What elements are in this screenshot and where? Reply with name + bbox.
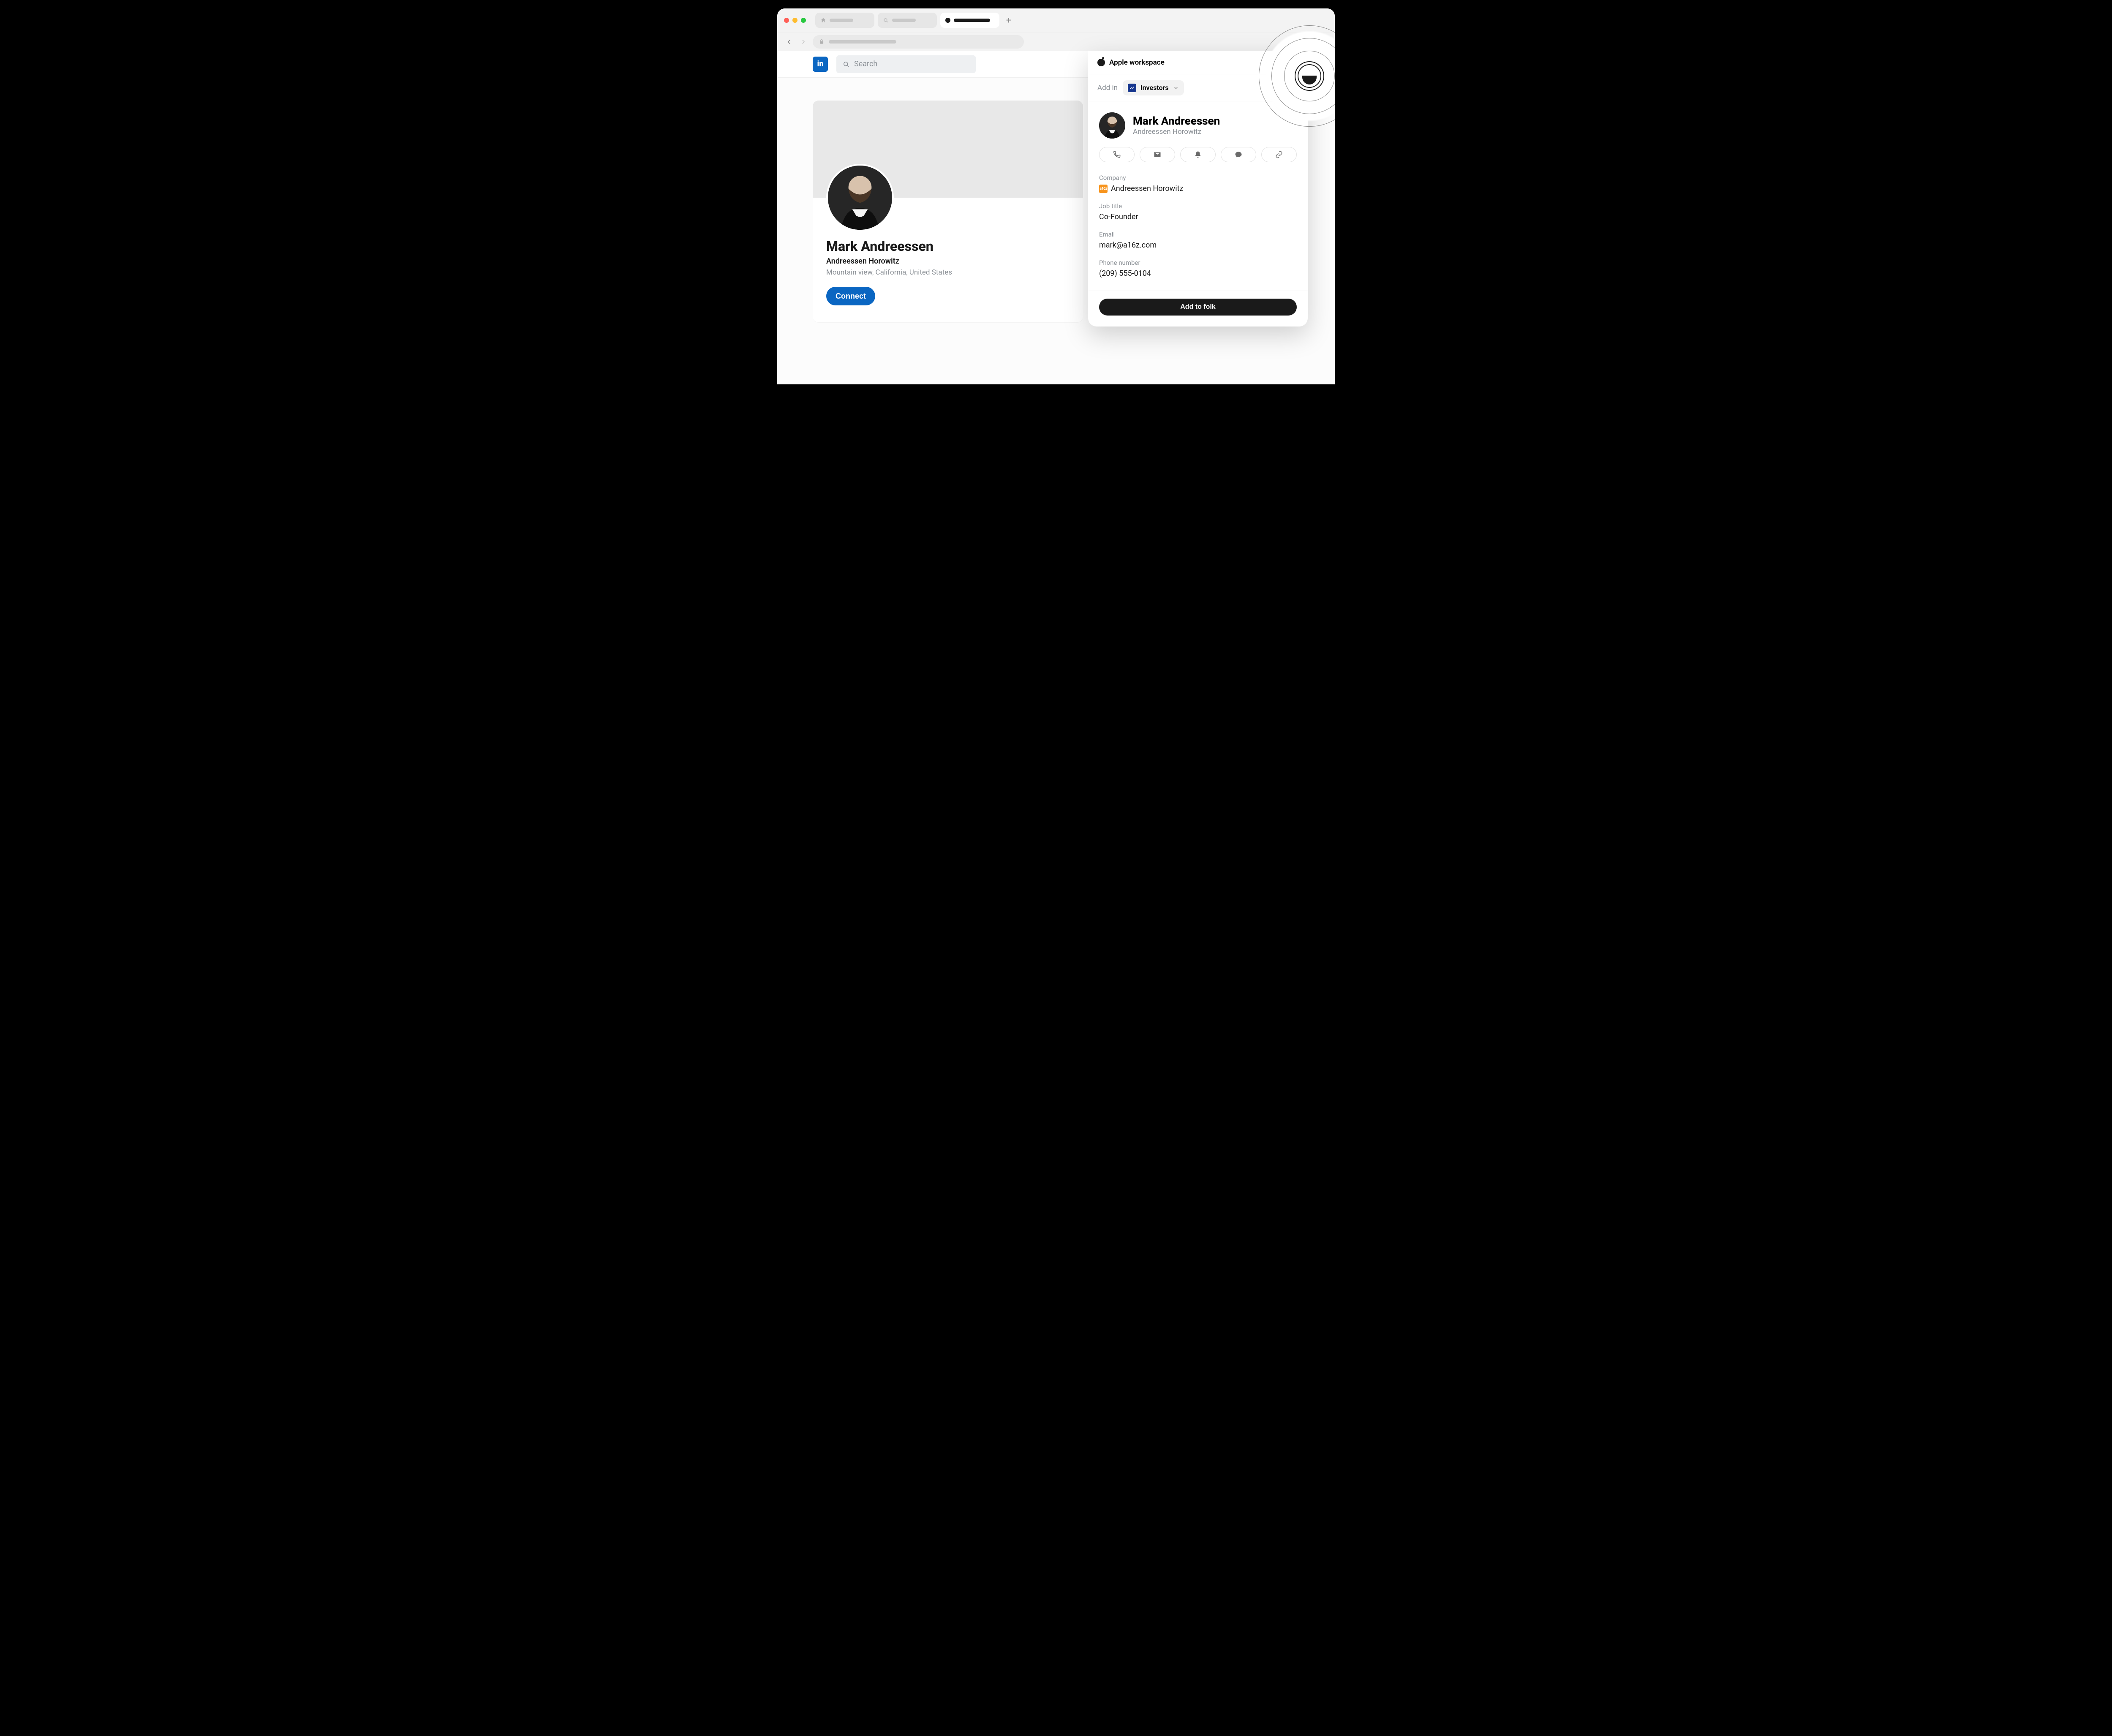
add-in-row: Add in Investors — [1088, 74, 1308, 101]
forward-button[interactable] — [798, 37, 808, 47]
browser-window: + in Search — [777, 8, 1335, 384]
field-company: Company a16z Andreessen Horowitz — [1099, 174, 1297, 193]
add-in-label: Add in — [1097, 84, 1118, 92]
link-icon — [1275, 151, 1283, 158]
apple-icon — [1097, 59, 1105, 66]
search-placeholder: Search — [854, 60, 877, 68]
workspace-header[interactable]: Apple workspace — [1088, 51, 1308, 74]
field-phone: Phone number (209) 555-0104 — [1099, 259, 1297, 278]
profile-name: Mark Andreessen — [826, 238, 1070, 254]
search-input[interactable]: Search — [836, 55, 976, 73]
window-controls — [784, 18, 806, 23]
field-label: Email — [1099, 231, 1297, 238]
tab-title-placeholder — [954, 19, 990, 22]
minimize-window-button[interactable] — [792, 18, 797, 23]
group-selector[interactable]: Investors — [1123, 80, 1184, 95]
maximize-window-button[interactable] — [801, 18, 806, 23]
contact-header: Mark Andreessen Andreessen Horowitz — [1099, 112, 1297, 139]
profile-card: Mark Andreessen Andreessen Horowitz Moun… — [813, 101, 1083, 322]
tab-title-placeholder — [830, 19, 853, 22]
field-value: Andreessen Horowitz — [1111, 184, 1183, 193]
action-email[interactable] — [1140, 147, 1175, 162]
chat-icon — [1235, 151, 1242, 158]
page-content: in Search Mark Andreessen And — [777, 51, 1335, 384]
tab-inactive-1[interactable] — [815, 13, 874, 28]
arrow-left-icon — [785, 38, 793, 46]
field-value: (209) 555-0104 — [1099, 269, 1151, 278]
avatar-image — [1099, 112, 1125, 139]
tab-strip: + — [777, 8, 1335, 32]
profile-org: Andreessen Horowitz — [826, 257, 1070, 266]
profile-location: Mountain view, California, United States — [826, 268, 1070, 277]
field-value: mark@a16z.com — [1099, 241, 1157, 250]
email-icon — [1154, 151, 1161, 158]
tab-inactive-2[interactable] — [878, 13, 937, 28]
new-tab-button[interactable]: + — [1003, 14, 1015, 26]
lock-icon — [819, 39, 825, 45]
workspace-name: Apple workspace — [1109, 58, 1165, 67]
linkedin-logo[interactable]: in — [813, 57, 828, 72]
home-icon — [820, 17, 826, 23]
action-reminder[interactable] — [1180, 147, 1216, 162]
chart-up-icon — [1128, 84, 1136, 92]
address-placeholder — [829, 40, 896, 44]
tab-active[interactable] — [940, 13, 999, 28]
close-window-button[interactable] — [784, 18, 789, 23]
field-label: Phone number — [1099, 259, 1297, 267]
field-job-title: Job title Co-Founder — [1099, 202, 1297, 221]
action-row — [1099, 147, 1297, 162]
add-button-label: Add to folk — [1180, 303, 1216, 310]
tab-title-placeholder — [892, 19, 916, 22]
phone-icon — [1113, 151, 1121, 158]
contact-name: Mark Andreessen — [1133, 115, 1220, 128]
search-icon — [883, 17, 889, 23]
arrow-right-icon — [800, 38, 807, 46]
company-logo-icon: a16z — [1099, 185, 1108, 193]
back-button[interactable] — [784, 37, 794, 47]
action-link[interactable] — [1261, 147, 1297, 162]
site-favicon — [945, 18, 950, 23]
avatar-image — [828, 166, 892, 230]
field-value: Co-Founder — [1099, 212, 1138, 221]
bell-icon — [1194, 151, 1202, 158]
contact-avatar — [1099, 112, 1125, 139]
action-message[interactable] — [1221, 147, 1256, 162]
panel-footer: Add to folk — [1088, 291, 1308, 327]
extension-panel: Apple workspace Add in Investors — [1088, 51, 1308, 327]
action-phone[interactable] — [1099, 147, 1135, 162]
add-to-folk-button[interactable]: Add to folk — [1099, 299, 1297, 316]
search-icon — [842, 60, 850, 68]
field-label: Company — [1099, 174, 1297, 182]
group-selector-label: Investors — [1140, 84, 1169, 92]
connect-label: Connect — [836, 292, 866, 301]
contact-org: Andreessen Horowitz — [1133, 128, 1220, 136]
url-bar — [777, 32, 1335, 51]
chevron-down-icon — [1173, 85, 1179, 91]
address-input[interactable] — [813, 35, 1024, 49]
field-label: Job title — [1099, 202, 1297, 210]
profile-avatar[interactable] — [826, 164, 894, 231]
linkedin-logo-text: in — [817, 60, 824, 68]
connect-button[interactable]: Connect — [826, 287, 875, 305]
field-email: Email mark@a16z.com — [1099, 231, 1297, 250]
